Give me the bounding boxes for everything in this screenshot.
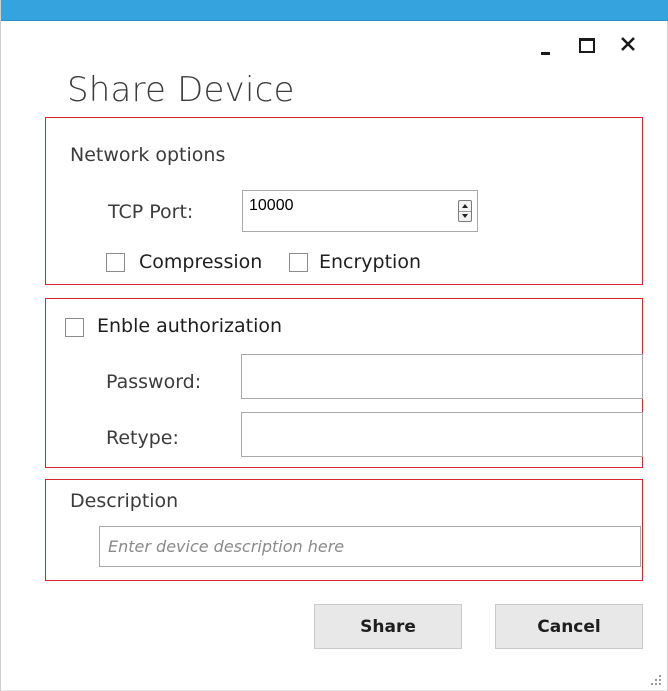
description-input[interactable]	[100, 527, 640, 566]
enable-authorization-checkbox[interactable]	[65, 318, 84, 337]
password-field[interactable]	[241, 354, 643, 399]
compression-label[interactable]: Compression	[139, 251, 262, 273]
encryption-label[interactable]: Encryption	[319, 251, 421, 273]
description-title: Description	[70, 490, 179, 512]
spin-buttons	[458, 200, 472, 222]
spin-down-icon[interactable]	[459, 211, 471, 221]
tcp-port-stepper[interactable]: 10000	[242, 190, 478, 232]
share-button[interactable]: Share	[314, 604, 462, 649]
encryption-checkbox[interactable]	[289, 253, 308, 272]
retype-password-field[interactable]	[241, 412, 643, 457]
dialog-title: Share Device	[67, 70, 295, 110]
retype-label: Retype:	[106, 427, 179, 449]
network-options-group: Network options TCP Port: 10000 Compress…	[45, 117, 643, 285]
cancel-button[interactable]: Cancel	[495, 604, 643, 649]
authorization-group: Enble authorization Password: Retype:	[45, 298, 643, 468]
close-icon[interactable]	[614, 30, 642, 58]
password-label: Password:	[106, 371, 202, 393]
description-group: Description	[45, 479, 643, 581]
resize-grip-icon[interactable]	[649, 673, 663, 687]
enable-authorization-label[interactable]: Enble authorization	[97, 315, 282, 337]
window-accent-bar	[1, 0, 668, 21]
share-device-window: Share Device Network options TCP Port: 1…	[0, 0, 668, 691]
tcp-port-label: TCP Port:	[108, 201, 194, 223]
compression-checkbox[interactable]	[106, 253, 125, 272]
tcp-port-value[interactable]: 10000	[249, 197, 294, 215]
maximize-icon[interactable]	[572, 30, 600, 58]
description-field-container	[99, 526, 641, 567]
minimize-icon[interactable]	[531, 30, 559, 58]
network-options-title: Network options	[70, 144, 226, 166]
